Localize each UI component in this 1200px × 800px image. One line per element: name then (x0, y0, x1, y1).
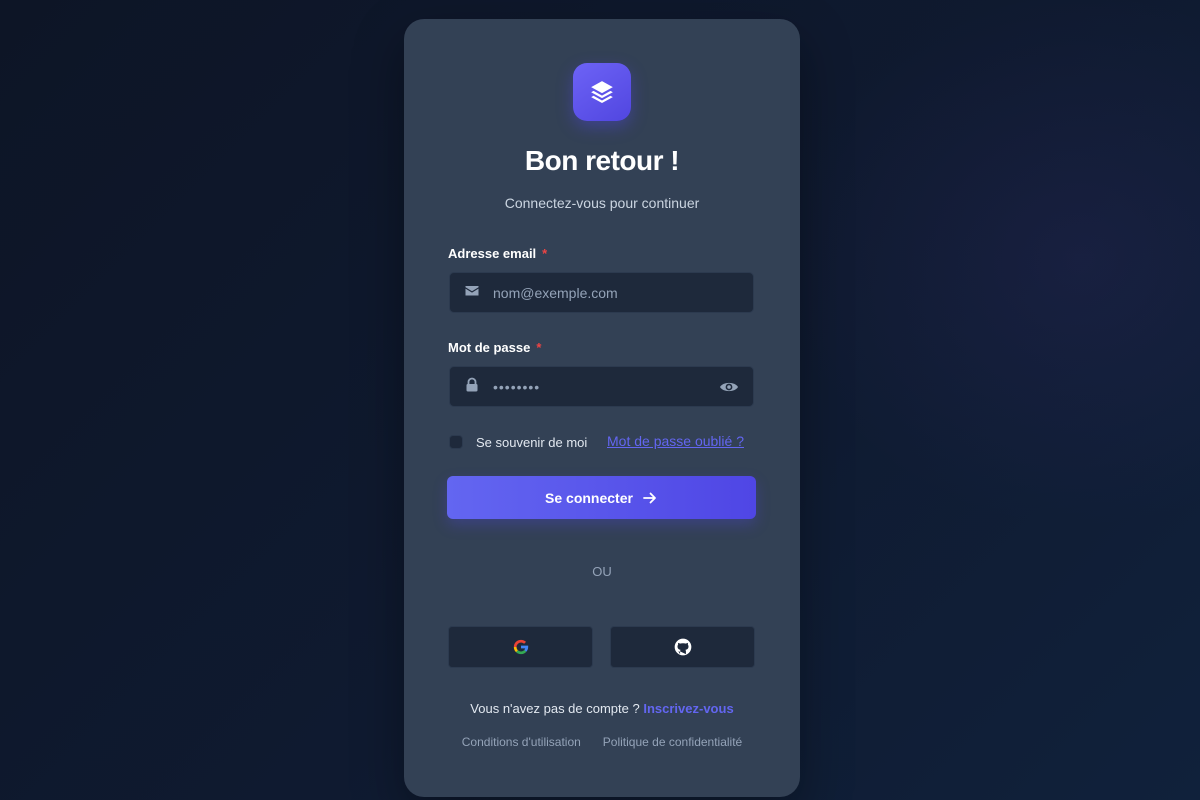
page-title: Bon retour ! (524, 145, 680, 176)
password-input[interactable] (493, 367, 713, 406)
signup-prompt: Vous n'avez pas de compte ? Inscrivez-vo… (404, 701, 800, 716)
lock-icon (466, 377, 478, 392)
envelope-icon (465, 286, 479, 296)
privacy-link[interactable]: Politique de confidentialité (603, 735, 742, 749)
required-marker: * (536, 340, 542, 355)
login-card: Bon retour ! Connectez-vous pour continu… (404, 19, 800, 797)
terms-link[interactable]: Conditions d'utilisation (462, 735, 581, 749)
arrow-right-icon (643, 492, 656, 503)
github-icon (674, 638, 691, 656)
remember-checkbox[interactable] (449, 435, 463, 449)
email-input[interactable] (493, 273, 713, 312)
login-button-label: Se connecter (545, 489, 633, 506)
password-label: Mot de passe * (448, 340, 541, 355)
required-marker: * (542, 246, 548, 261)
password-label-text: Mot de passe (448, 340, 531, 355)
google-login-button[interactable] (448, 626, 593, 668)
email-label-text: Adresse email (448, 246, 537, 261)
page-subtitle: Connectez-vous pour continuer (504, 195, 700, 211)
email-field[interactable] (449, 272, 754, 313)
forgot-password-link[interactable]: Mot de passe oublié ? (607, 433, 744, 449)
eye-icon[interactable] (719, 379, 739, 395)
signup-link[interactable]: Inscrivez-vous (643, 701, 733, 716)
layers-icon (591, 81, 613, 104)
remember-label: Se souvenir de moi (476, 434, 588, 450)
or-divider: OU (592, 564, 612, 579)
password-field[interactable] (449, 366, 754, 407)
github-login-button[interactable] (610, 626, 755, 668)
remember-me[interactable]: Se souvenir de moi (449, 433, 587, 451)
footer-links: Conditions d'utilisation Politique de con… (404, 735, 800, 749)
email-label: Adresse email * (448, 246, 547, 261)
google-icon (513, 639, 528, 655)
signup-prompt-text: Vous n'avez pas de compte ? (470, 701, 640, 716)
logo (573, 63, 631, 121)
login-button[interactable]: Se connecter (447, 476, 756, 519)
